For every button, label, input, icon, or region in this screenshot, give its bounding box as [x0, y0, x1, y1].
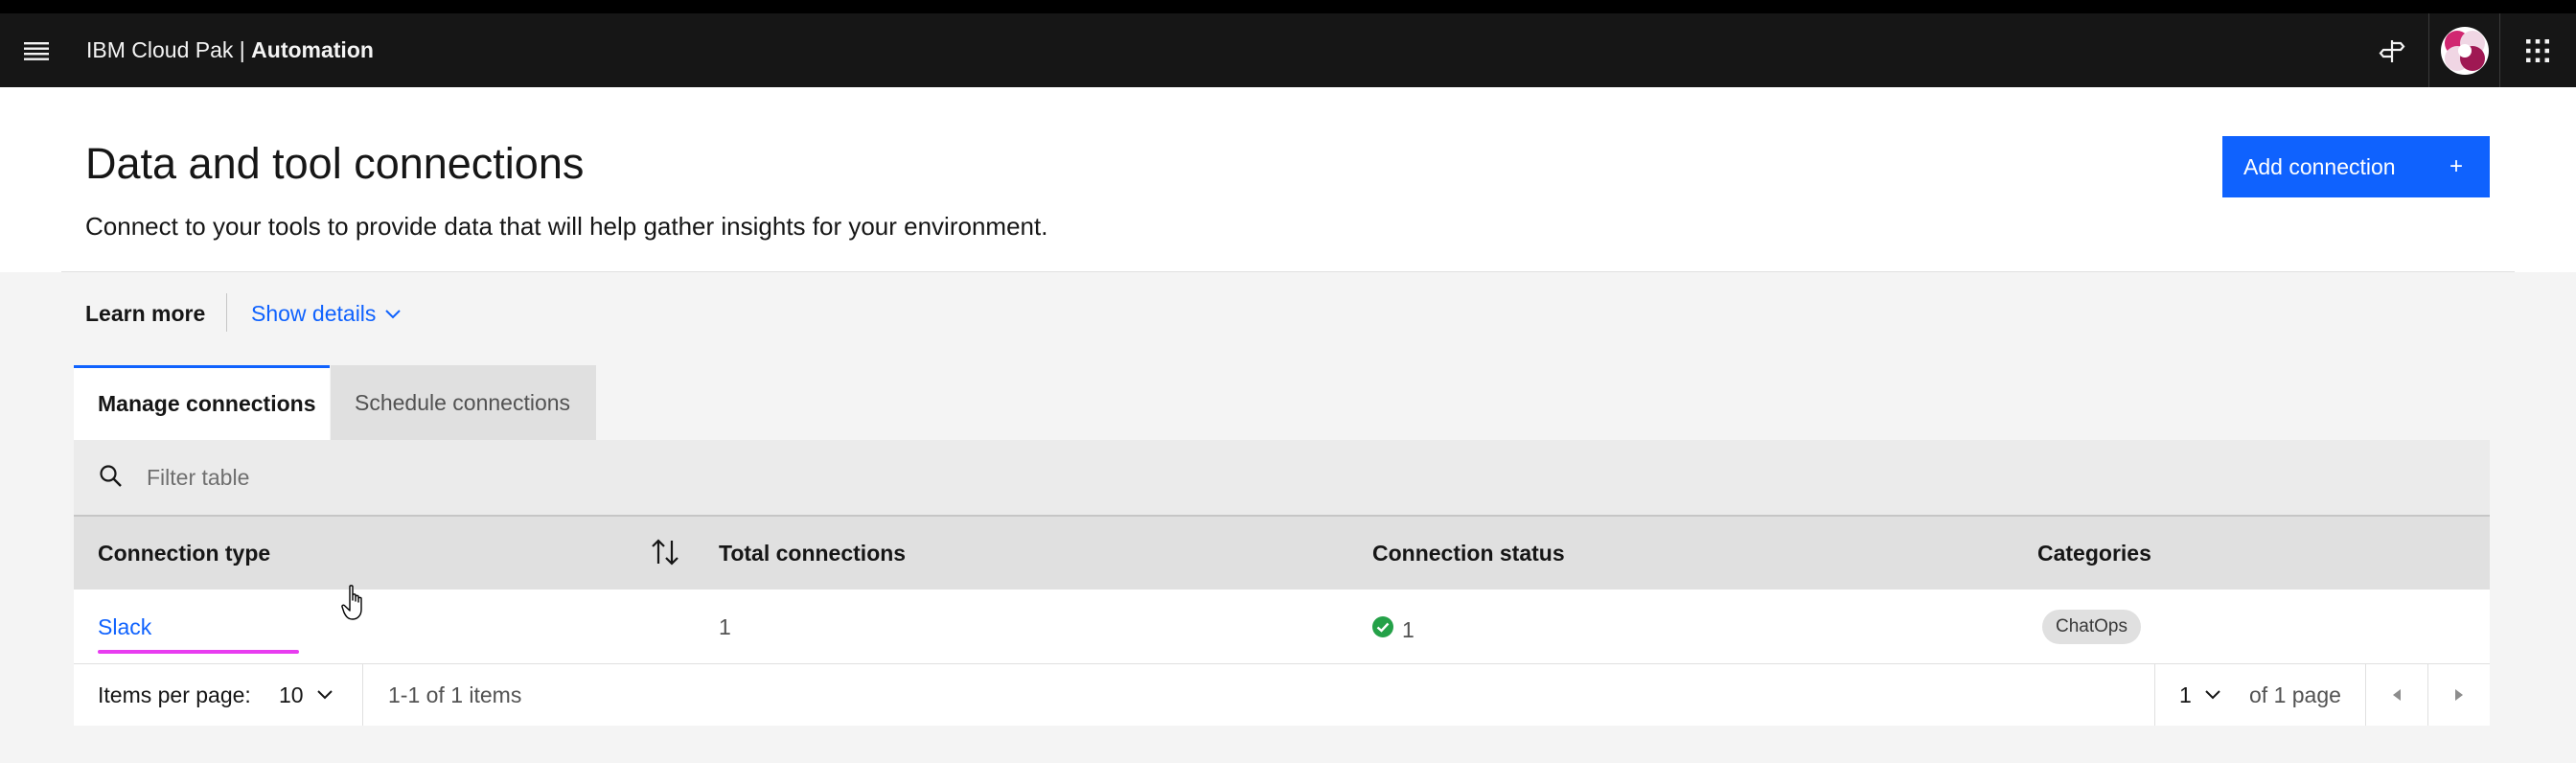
hamburger-menu-icon — [24, 41, 49, 60]
pagination-divider — [2154, 664, 2155, 726]
status-count: 1 — [1402, 616, 1414, 642]
tab-schedule-connections[interactable]: Schedule connections — [331, 365, 596, 440]
column-header-categories: Categories — [2037, 540, 2151, 566]
items-per-page-value: 10 — [279, 682, 304, 707]
column-header-total-connections: Total connections — [719, 540, 907, 566]
items-per-page-label: Items per page: — [98, 682, 251, 707]
page-value: 1 — [2179, 682, 2192, 707]
window-top-strip — [0, 0, 2576, 13]
page-count: of 1 page — [2249, 682, 2341, 707]
plus-icon: + — [2449, 153, 2463, 179]
category-tag: ChatOps — [2042, 610, 2141, 644]
link-highlight-underline — [98, 650, 299, 654]
signpost-icon — [2379, 39, 2405, 62]
success-checkmark-icon — [1372, 616, 1393, 637]
learn-more-separator — [226, 293, 227, 332]
items-range: 1-1 of 1 items — [388, 682, 522, 707]
page-subtitle: Connect to your tools to provide data th… — [85, 212, 1048, 241]
caret-left-icon — [2393, 689, 2401, 701]
header-divider — [2428, 13, 2429, 87]
chevron-down-icon — [316, 690, 333, 700]
pagination-bar: Items per page: 10 1-1 of 1 items 1 of 1… — [74, 664, 2490, 726]
table-row: Slack 1 1 ChatOps — [74, 590, 2490, 664]
hand-cursor-icon — [341, 585, 362, 620]
tab-label: Manage connections — [98, 391, 316, 416]
hamburger-menu-button[interactable] — [8, 13, 65, 87]
chevron-down-icon — [2205, 690, 2220, 700]
chevron-down-icon — [385, 309, 402, 318]
whats-new-button[interactable] — [2358, 13, 2426, 87]
filter-table-input[interactable] — [147, 440, 2447, 515]
previous-page-button[interactable] — [2366, 664, 2427, 726]
cell-categories: ChatOps — [2042, 590, 2141, 664]
tab-label: Schedule connections — [355, 389, 571, 415]
learn-more-label: Learn more — [85, 301, 206, 326]
page-select[interactable]: 1 — [2179, 664, 2220, 726]
user-avatar-button[interactable] — [2430, 13, 2499, 87]
show-details-toggle[interactable]: Show details — [251, 301, 402, 327]
page-title: Data and tool connections — [85, 139, 585, 188]
product-name-bold: Automation — [251, 37, 374, 62]
table-toolbar — [74, 440, 2490, 515]
tab-manage-connections[interactable]: Manage connections — [74, 365, 330, 440]
column-header-connection-type[interactable]: Connection type — [98, 517, 270, 590]
table-header-row: Connection type Total connections Connec… — [74, 515, 2490, 590]
header-divider — [2499, 13, 2500, 87]
app-switcher-button[interactable] — [2503, 13, 2572, 87]
search-icon — [100, 465, 122, 487]
header-divider-line — [61, 271, 2515, 272]
avatar-icon — [2441, 26, 2489, 75]
column-header-connection-status: Connection status — [1372, 540, 1565, 566]
caret-right-icon — [2455, 689, 2463, 701]
show-details-label: Show details — [251, 301, 377, 326]
product-name[interactable]: IBM Cloud Pak | Automation — [86, 13, 374, 87]
items-per-page-select[interactable]: 10 — [279, 664, 333, 726]
pagination-divider — [362, 664, 363, 726]
avatar — [2441, 26, 2489, 75]
connection-type-link[interactable]: Slack — [98, 614, 151, 640]
shell-header: IBM Cloud Pak | Automation — [0, 13, 2576, 87]
app-switcher-icon — [2526, 38, 2549, 62]
cell-connection-status: 1 — [1371, 590, 1414, 664]
add-connection-button[interactable]: Add connection + — [2222, 136, 2490, 197]
cell-total-connections: 1 — [719, 613, 731, 639]
sort-arrows-icon[interactable] — [649, 536, 681, 568]
add-connection-label: Add connection — [2243, 153, 2396, 179]
next-page-button[interactable] — [2428, 664, 2490, 726]
page-header: Data and tool connections Connect to you… — [0, 87, 2576, 272]
product-prefix: IBM Cloud Pak | — [86, 37, 252, 62]
